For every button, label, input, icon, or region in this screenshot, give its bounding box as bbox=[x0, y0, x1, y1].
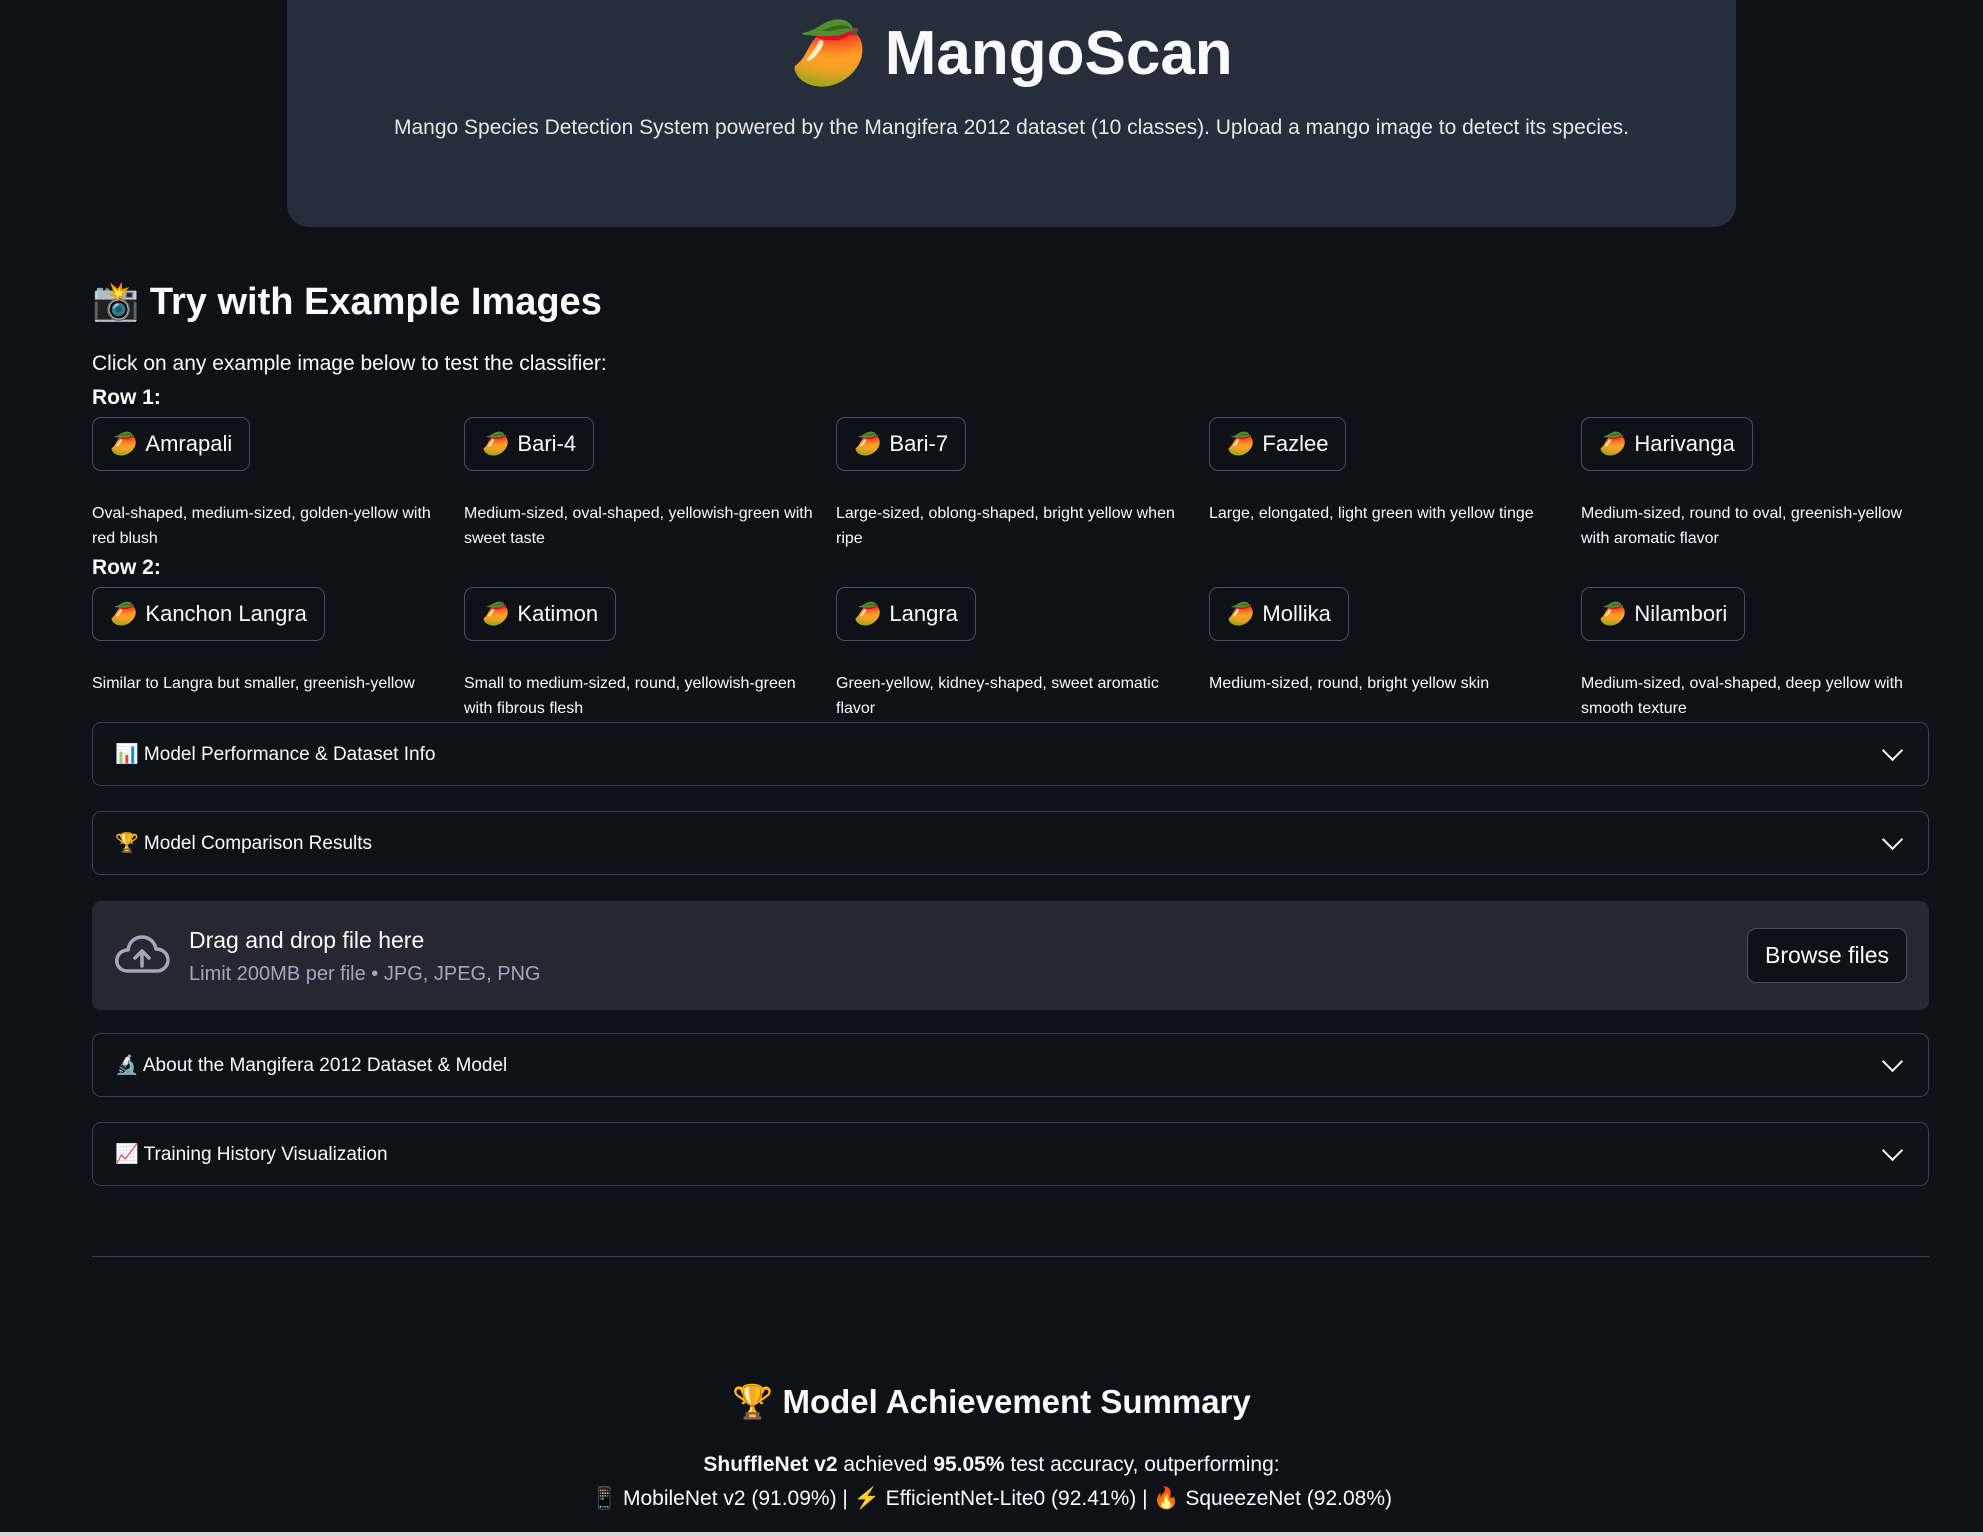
example-button-label: Bari-7 bbox=[889, 431, 949, 456]
expander-training-history[interactable]: 📈 Training History Visualization bbox=[92, 1122, 1929, 1186]
example-button-label: Fazlee bbox=[1262, 431, 1329, 456]
divider bbox=[92, 1256, 1929, 1257]
example-button-bari-7[interactable]: 🥭 Bari-7 bbox=[836, 417, 967, 471]
chevron-down-icon bbox=[1881, 1139, 1904, 1161]
file-uploader-dropzone[interactable]: Drag and drop file here Limit 200MB per … bbox=[92, 901, 1929, 1010]
expander-model-performance[interactable]: 📊 Model Performance & Dataset Info bbox=[92, 722, 1929, 786]
chevron-down-icon bbox=[1881, 739, 1904, 761]
example-description: Medium-sized, oval-shaped, deep yellow w… bbox=[1581, 675, 1903, 717]
example-button-label: Nilambori bbox=[1634, 601, 1728, 626]
mango-icon: 🥭 bbox=[110, 431, 138, 456]
example-button-harivanga[interactable]: 🥭 Harivanga bbox=[1581, 417, 1753, 471]
upload-instructions: Drag and drop file here bbox=[189, 927, 425, 953]
example-button-bari-4[interactable]: 🥭 Bari-4 bbox=[464, 417, 595, 471]
example-description: Small to medium-sized, round, yellowish-… bbox=[464, 675, 796, 717]
example-button-katimon[interactable]: 🥭 Katimon bbox=[464, 587, 617, 641]
chevron-down-icon bbox=[1881, 1050, 1904, 1072]
example-button-label: Katimon bbox=[517, 601, 599, 626]
mango-icon: 🥭 bbox=[482, 431, 510, 456]
example-button-nilambori[interactable]: 🥭 Nilambori bbox=[1581, 587, 1746, 641]
mango-icon: 🥭 bbox=[1227, 431, 1255, 456]
example-description: Medium-sized, round to oval, greenish-ye… bbox=[1581, 505, 1903, 547]
example-description: Green-yellow, kidney-shaped, sweet aroma… bbox=[836, 675, 1159, 717]
example-button-label: Bari-4 bbox=[517, 431, 577, 456]
example-button-label: Mollika bbox=[1262, 601, 1331, 626]
example-button-langra[interactable]: 🥭 Langra bbox=[836, 587, 976, 641]
expander-label: 🔬 About the Mangifera 2012 Dataset & Mod… bbox=[115, 1055, 508, 1076]
mango-icon: 🥭 bbox=[1227, 601, 1255, 626]
example-button-fazlee[interactable]: 🥭 Fazlee bbox=[1209, 417, 1347, 471]
best-model-name: ShuffleNet v2 bbox=[703, 1453, 838, 1476]
cloud-upload-icon bbox=[115, 935, 170, 973]
mango-icon: 🥭 bbox=[110, 601, 138, 626]
mango-icon: 🥭 bbox=[854, 431, 882, 456]
example-description: Similar to Langra but smaller, greenish-… bbox=[92, 675, 415, 692]
summary-heading: 🏆 Model Achievement Summary bbox=[732, 1383, 1251, 1420]
row-1-label: Row 1: bbox=[92, 386, 161, 409]
bottom-edge bbox=[0, 1532, 1983, 1536]
example-button-label: Langra bbox=[889, 601, 958, 626]
mango-icon: 🥭 bbox=[1599, 431, 1627, 456]
mango-icon: 🥭 bbox=[854, 601, 882, 626]
summary-text: test accuracy, outperforming: bbox=[1004, 1453, 1280, 1476]
example-description: Medium-sized, oval-shaped, yellowish-gre… bbox=[464, 505, 813, 547]
upload-limit-text: Limit 200MB per file • JPG, JPEG, PNG bbox=[189, 963, 541, 985]
app-title: 🥭 MangoScan bbox=[790, 19, 1233, 88]
mango-icon: 🥭 bbox=[482, 601, 510, 626]
browse-files-button[interactable]: Browse files bbox=[1747, 928, 1907, 983]
example-button-label: Kanchon Langra bbox=[145, 601, 307, 626]
expander-label: 📈 Training History Visualization bbox=[115, 1144, 388, 1165]
expander-about-dataset[interactable]: 🔬 About the Mangifera 2012 Dataset & Mod… bbox=[92, 1033, 1929, 1097]
hero-banner: 🥭 MangoScan Mango Species Detection Syst… bbox=[287, 0, 1736, 227]
summary-line-others: 📱 MobileNet v2 (91.09%) | ⚡ EfficientNet… bbox=[591, 1487, 1392, 1510]
example-description: Large-sized, oblong-shaped, bright yello… bbox=[836, 505, 1175, 547]
summary-line-primary: ShuffleNet v2 achieved 95.05% test accur… bbox=[0, 1453, 1983, 1477]
example-button-kanchon-langra[interactable]: 🥭 Kanchon Langra bbox=[92, 587, 325, 641]
app-subtitle: Mango Species Detection System powered b… bbox=[393, 116, 1629, 139]
example-description: Oval-shaped, medium-sized, golden-yellow… bbox=[92, 505, 431, 547]
example-button-mollika[interactable]: 🥭 Mollika bbox=[1209, 587, 1349, 641]
example-button-amrapali[interactable]: 🥭 Amrapali bbox=[92, 417, 251, 471]
expander-model-comparison[interactable]: 🏆 Model Comparison Results bbox=[92, 811, 1929, 875]
expander-label: 🏆 Model Comparison Results bbox=[115, 833, 373, 854]
example-button-label: Harivanga bbox=[1634, 431, 1735, 456]
examples-heading: 📸 Try with Example Images bbox=[92, 281, 602, 323]
example-button-label: Amrapali bbox=[145, 431, 233, 456]
row-2-label: Row 2: bbox=[92, 556, 161, 579]
chevron-down-icon bbox=[1881, 828, 1904, 850]
example-description: Medium-sized, round, bright yellow skin bbox=[1209, 675, 1490, 692]
expander-label: 📊 Model Performance & Dataset Info bbox=[115, 744, 436, 765]
summary-text: achieved bbox=[837, 1453, 934, 1476]
example-description: Large, elongated, light green with yello… bbox=[1209, 505, 1534, 522]
best-model-accuracy: 95.05% bbox=[933, 1453, 1005, 1476]
examples-intro: Click on any example image below to test… bbox=[92, 352, 607, 375]
mango-icon: 🥭 bbox=[1599, 601, 1627, 626]
